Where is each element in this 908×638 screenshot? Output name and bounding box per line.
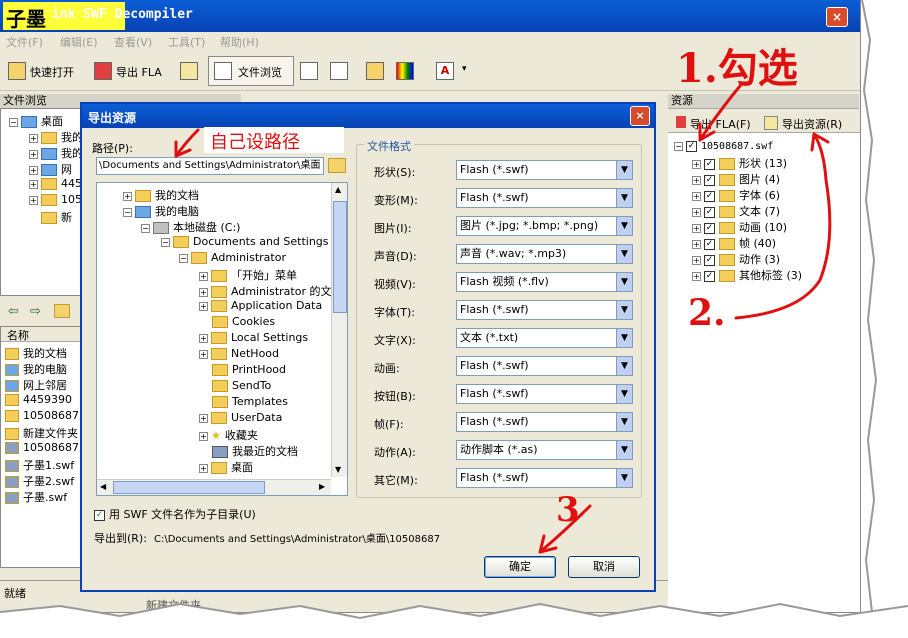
step2-arrow-line (734, 132, 832, 320)
annotation-arrows (174, 84, 832, 554)
step3-arrow-line (538, 504, 592, 554)
step1-arrow-line (698, 84, 742, 142)
